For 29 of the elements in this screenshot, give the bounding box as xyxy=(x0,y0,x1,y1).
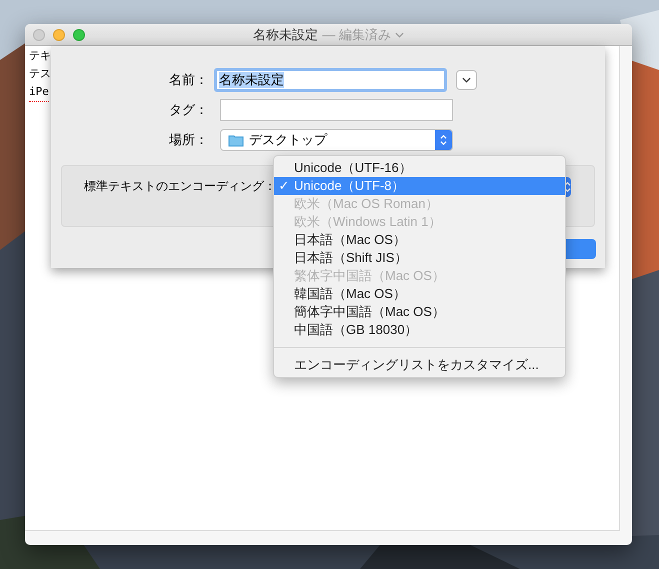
document-text-line: テス xyxy=(29,66,51,82)
window-title: 名称未設定 xyxy=(253,26,318,44)
menu-item[interactable]: エンコーディングリストをカスタマイズ... xyxy=(274,356,565,374)
menu-item[interactable]: 日本語（Mac OS） xyxy=(274,231,565,249)
name-label: 名前： xyxy=(168,71,209,90)
location-popup[interactable]: デスクトップ xyxy=(220,129,453,151)
document-text-line: テキ xyxy=(29,48,51,64)
location-label: 場所： xyxy=(168,131,209,150)
document-text-line: iPe xyxy=(29,83,49,102)
close-button[interactable] xyxy=(33,29,45,41)
menu-item[interactable]: Unicode（UTF-16） xyxy=(274,159,565,177)
menu-item[interactable]: 簡体字中国語（Mac OS） xyxy=(274,303,565,321)
encoding-label: 標準テキストのエンコーディング： xyxy=(84,178,276,195)
name-field[interactable]: 名称未設定 xyxy=(214,68,447,92)
zoom-button[interactable] xyxy=(73,29,85,41)
tags-field[interactable] xyxy=(220,99,453,121)
edited-status: — 編集済み xyxy=(322,26,391,44)
name-value: 名称未設定 xyxy=(219,72,284,88)
chevron-down-icon xyxy=(394,32,404,38)
folder-icon xyxy=(228,134,244,146)
stepper-icon xyxy=(435,130,452,150)
menu-item[interactable]: 日本語（Shift JIS） xyxy=(274,249,565,267)
menu-item[interactable]: 韓国語（Mac OS） xyxy=(274,285,565,303)
location-value: デスクトップ xyxy=(249,131,328,150)
menu-item[interactable]: 中国語（GB 18030） xyxy=(274,321,565,339)
chevron-down-icon xyxy=(462,77,471,83)
tags-label: タグ： xyxy=(168,101,209,120)
minimize-button[interactable] xyxy=(53,29,65,41)
expand-button[interactable] xyxy=(456,70,477,90)
